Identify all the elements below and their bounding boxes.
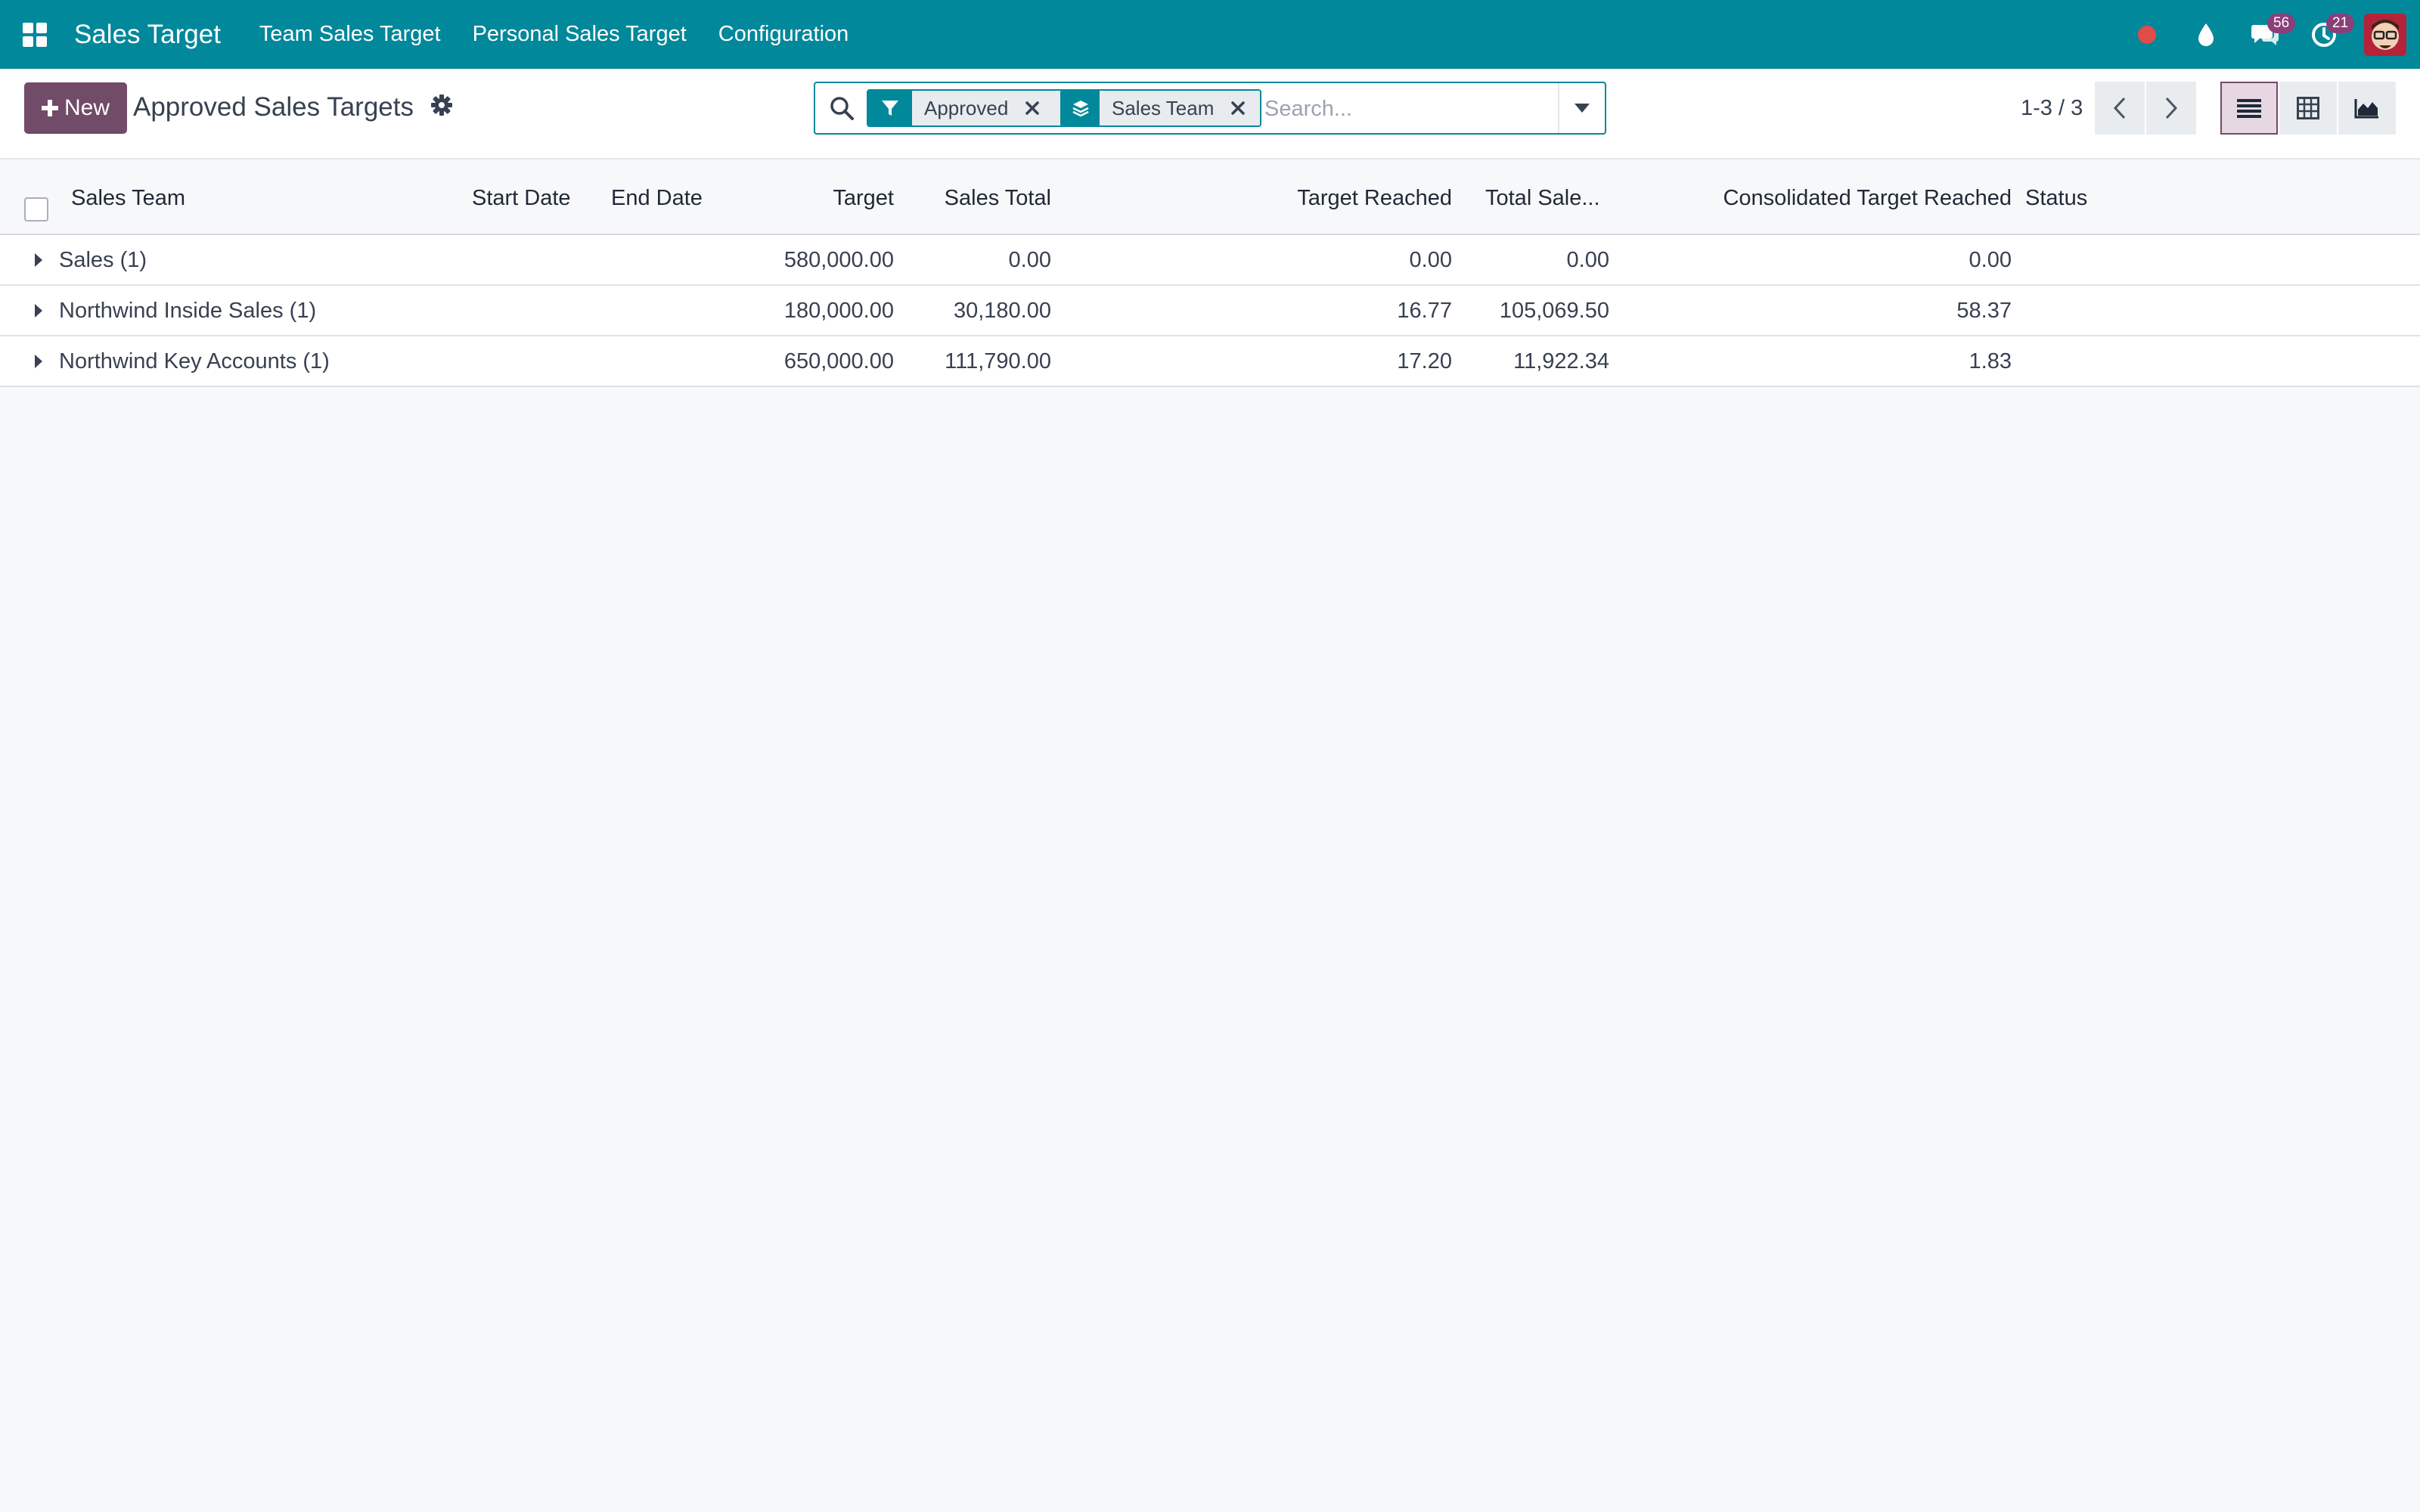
recording-icon[interactable] [2118,0,2176,69]
activity-clock-icon[interactable]: 21 [2294,0,2355,69]
messages-icon[interactable]: 56 [2235,0,2296,69]
systray: 56 21 [2118,0,2420,69]
caret-right-icon [35,304,42,318]
user-avatar[interactable] [2364,13,2406,56]
search-icon[interactable] [829,95,855,121]
remove-facet-approved-icon[interactable] [1025,101,1040,116]
group-target-reached: 16.77 [1397,299,1452,323]
col-total-sales[interactable]: Total Sale... [1485,186,1600,211]
control-panel: New Approved Sales Targets Approved Sale… [0,69,2420,160]
list-view-button[interactable] [2220,82,2278,135]
group-target: 580,000.00 [783,248,894,272]
pager-previous-button[interactable] [2095,82,2145,135]
group-by-icon [1062,91,1100,125]
group-total-sales: 0.00 [1566,248,1609,272]
area-chart-icon [2354,99,2378,119]
group-sales-total: 0.00 [1008,248,1051,272]
group-row-sales[interactable]: Sales (1) 580,000.00 0.00 0.00 0.00 0.00 [0,235,2420,286]
list-view: Sales Team Start Date End Date Target Sa… [0,160,2420,387]
col-target-reached[interactable]: Target Reached [1297,186,1452,211]
menu-configuration[interactable]: Configuration [703,22,865,47]
chevron-right-icon [2165,97,2178,119]
col-end-date[interactable]: End Date [611,186,703,211]
chevron-left-icon [2113,97,2126,119]
remove-facet-sales-team-icon[interactable] [1230,101,1246,116]
filter-icon [868,91,912,125]
group-row-northwind-inside-sales[interactable]: Northwind Inside Sales (1) 180,000.00 30… [0,286,2420,336]
pager-value[interactable]: 1-3 / 3 [2021,96,2083,121]
col-sales-total[interactable]: Sales Total [945,186,1051,211]
pager-next-button[interactable] [2146,82,2196,135]
new-button[interactable]: New [24,82,127,134]
col-consolidated-target-reached[interactable]: Consolidated Target Reached [1723,186,2012,211]
group-consolidated: 58.37 [1956,299,2012,323]
page-title: Approved Sales Targets [133,92,414,122]
col-sales-team[interactable]: Sales Team [71,186,185,211]
app-brand[interactable]: Sales Target [74,20,221,50]
gear-icon[interactable] [430,94,453,116]
group-target: 650,000.00 [783,349,894,373]
list-header: Sales Team Start Date End Date Target Sa… [0,160,2420,235]
group-name: Sales (1) [59,248,147,272]
plus-icon [41,100,58,116]
droplet-icon[interactable] [2176,0,2235,69]
messages-badge: 56 [2267,14,2296,33]
group-target-reached: 17.20 [1397,349,1452,373]
apps-menu-icon[interactable] [0,0,70,69]
activity-badge: 21 [2326,14,2355,33]
caret-right-icon [35,355,42,368]
group-total-sales: 11,922.34 [1513,349,1609,373]
caret-down-icon [1575,104,1590,113]
col-start-date[interactable]: Start Date [472,186,571,211]
facet-approved-label: Approved [924,96,1009,119]
search-bar: Approved Sales Team [814,82,1606,135]
group-name: Northwind Key Accounts (1) [59,349,330,373]
col-target[interactable]: Target [833,186,894,211]
graph-view-button[interactable] [2338,82,2396,135]
pivot-table-icon [2297,97,2319,119]
facet-sales-team-label: Sales Team [1112,96,1215,119]
group-sales-total: 30,180.00 [953,299,1051,323]
list-view-icon [2237,99,2261,118]
group-row-northwind-key-accounts[interactable]: Northwind Key Accounts (1) 650,000.00 11… [0,336,2420,387]
select-all-checkbox[interactable] [24,197,48,222]
search-input[interactable] [1264,91,1552,127]
group-total-sales: 105,069.50 [1499,299,1609,323]
group-name: Northwind Inside Sales (1) [59,299,317,323]
caret-right-icon [35,253,42,267]
group-target-reached: 0.00 [1409,248,1452,272]
group-consolidated: 0.00 [1969,248,2012,272]
col-status[interactable]: Status [2025,186,2087,211]
group-sales-total: 111,790.00 [945,349,1051,373]
top-navbar: Sales Target Team Sales Target Personal … [0,0,2420,69]
group-target: 180,000.00 [783,299,894,323]
facet-sales-team[interactable]: Sales Team [1060,89,1261,127]
group-consolidated: 1.83 [1969,349,2012,373]
new-button-label: New [64,95,110,120]
search-options-toggle[interactable] [1558,83,1605,133]
menu-personal-sales-target[interactable]: Personal Sales Target [457,22,703,47]
pivot-view-button[interactable] [2279,82,2337,135]
menu-team-sales-target[interactable]: Team Sales Target [244,22,457,47]
